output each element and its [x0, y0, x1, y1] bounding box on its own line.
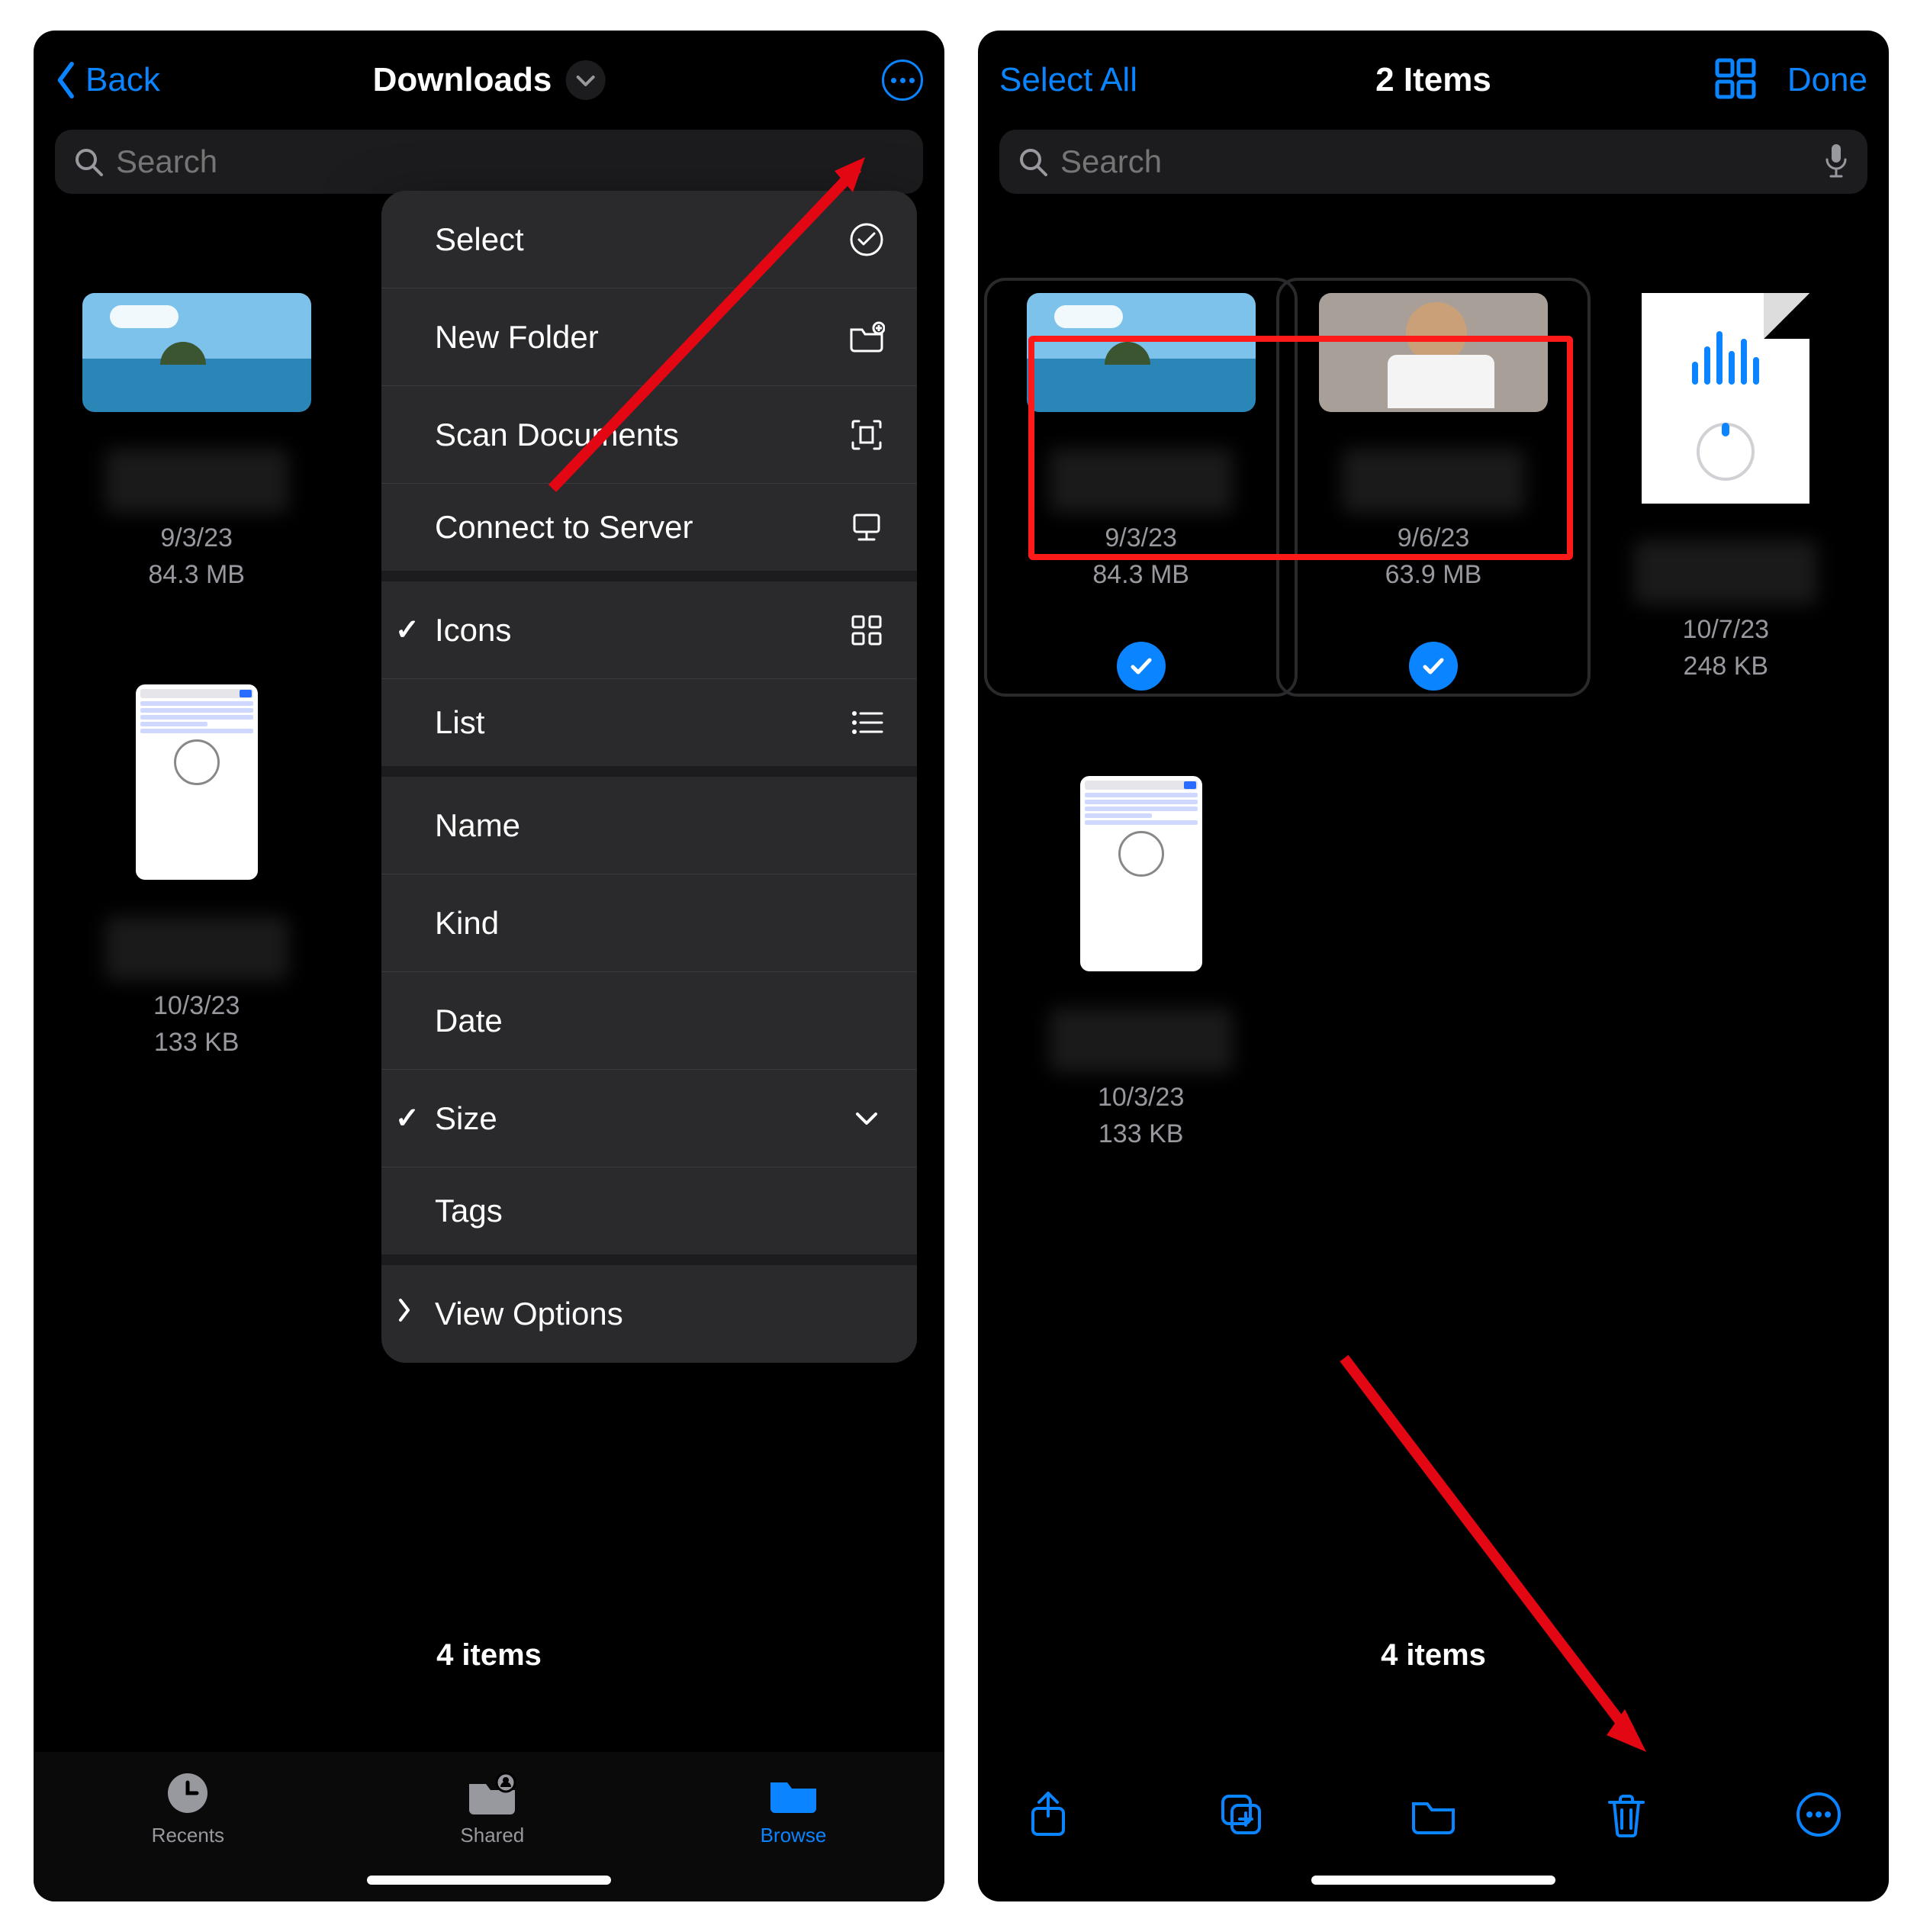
menu-item-new-folder[interactable]: New Folder: [381, 288, 917, 386]
checkmark-icon: ✓: [395, 613, 420, 647]
grid-icon: [847, 610, 886, 650]
page-title: Downloads: [373, 61, 552, 99]
file-item[interactable]: 10/7/23248 KB: [1595, 293, 1857, 684]
move-button[interactable]: [1409, 1790, 1458, 1843]
file-name-blurred: [1050, 1008, 1233, 1072]
server-icon: [847, 507, 886, 547]
title-chevron-badge: [565, 60, 605, 100]
menu-item-view-options[interactable]: View Options: [381, 1265, 917, 1363]
menu-item-name[interactable]: Name: [381, 777, 917, 874]
file-size: 133 KB: [153, 1025, 240, 1061]
menu-item-list[interactable]: List: [381, 679, 917, 777]
folder-icon: [766, 1770, 821, 1816]
search-icon: [73, 147, 104, 177]
grid-icon: [1714, 57, 1757, 100]
header: Select All 2 Items Done: [978, 31, 1889, 130]
more-circle-icon: [1794, 1790, 1843, 1839]
chevron-down-icon: [574, 72, 596, 88]
phone-left: Back Downloads 9/3/23: [34, 31, 944, 1901]
file-name-blurred: [1634, 540, 1817, 604]
tab-recents[interactable]: Recents: [152, 1770, 224, 1847]
selection-count: 2 Items: [1375, 61, 1491, 99]
share-button[interactable]: [1024, 1790, 1073, 1843]
file-item[interactable]: 10/3/23133 KB: [1010, 776, 1272, 1152]
clock-icon: [160, 1770, 215, 1816]
selected-checkmark-icon: [1117, 642, 1166, 691]
file-date: 10/3/23: [153, 988, 240, 1025]
file-item[interactable]: 9/3/23 84.3 MB: [66, 293, 327, 593]
file-date: 9/3/23: [148, 520, 245, 557]
file-name-blurred: [105, 916, 288, 980]
chevron-left-icon: [55, 62, 78, 98]
search-icon: [1018, 147, 1048, 177]
header-title-group[interactable]: Downloads: [373, 60, 606, 100]
select-circle-icon: [847, 220, 886, 259]
microphone-icon: [1823, 143, 1849, 178]
file-size: 133 KB: [1098, 1116, 1184, 1153]
duplicate-button[interactable]: [1217, 1790, 1266, 1843]
menu-item-scan-documents[interactable]: Scan Documents: [381, 386, 917, 484]
select-all-button[interactable]: Select All: [999, 61, 1137, 99]
more-button[interactable]: [882, 60, 923, 101]
delete-button[interactable]: [1602, 1790, 1651, 1843]
phone-right: Select All 2 Items Done 9/3/238: [978, 31, 1889, 1901]
trash-icon: [1602, 1790, 1651, 1839]
annotation-highlight-box: [1028, 336, 1573, 560]
item-count: 4 items: [34, 1638, 944, 1673]
selected-checkmark-icon: [1409, 642, 1458, 691]
menu-item-date[interactable]: Date: [381, 972, 917, 1070]
file-size: 248 KB: [1683, 649, 1769, 685]
home-indicator[interactable]: [1311, 1876, 1555, 1885]
chevron-right-icon: [395, 1297, 413, 1331]
annotation-arrow: [1314, 1328, 1695, 1801]
new-folder-icon: [847, 317, 886, 357]
item-count: 4 items: [978, 1638, 1889, 1673]
search-input[interactable]: [116, 143, 905, 180]
more-button[interactable]: [1794, 1790, 1843, 1843]
file-size: 84.3 MB: [148, 557, 245, 594]
more-menu-popover: Select New Folder Scan Documents Connect…: [381, 191, 917, 1363]
search-field[interactable]: [55, 130, 923, 194]
checkmark-icon: ✓: [395, 1101, 420, 1135]
shared-folder-icon: [465, 1770, 519, 1816]
menu-item-connect-to-server[interactable]: Connect to Server: [381, 484, 917, 581]
chevron-down-icon: [847, 1099, 886, 1138]
back-label: Back: [85, 61, 160, 99]
tab-shared[interactable]: Shared: [460, 1770, 524, 1847]
menu-item-tags[interactable]: Tags: [381, 1167, 917, 1265]
file-name-blurred: [105, 449, 288, 513]
tab-browse[interactable]: Browse: [761, 1770, 827, 1847]
menu-item-size[interactable]: ✓ Size: [381, 1070, 917, 1167]
file-date: 10/3/23: [1098, 1080, 1184, 1116]
menu-item-select[interactable]: Select: [381, 191, 917, 288]
header: Back Downloads: [34, 31, 944, 130]
back-button[interactable]: Back: [55, 61, 160, 99]
home-indicator[interactable]: [367, 1876, 611, 1885]
menu-item-kind[interactable]: Kind: [381, 874, 917, 972]
share-icon: [1024, 1790, 1073, 1839]
scan-icon: [847, 415, 886, 455]
file-date: 10/7/23: [1683, 612, 1769, 649]
search-input[interactable]: [1060, 143, 1811, 180]
search-field[interactable]: [999, 130, 1867, 194]
file-item[interactable]: 10/3/23 133 KB: [66, 684, 327, 1061]
list-icon: [847, 703, 886, 742]
dictate-button[interactable]: [1823, 143, 1849, 182]
view-mode-button[interactable]: [1714, 57, 1757, 104]
menu-item-icons[interactable]: ✓ Icons: [381, 581, 917, 679]
duplicate-icon: [1217, 1790, 1266, 1839]
folder-icon: [1409, 1790, 1458, 1839]
done-button[interactable]: Done: [1787, 61, 1867, 99]
